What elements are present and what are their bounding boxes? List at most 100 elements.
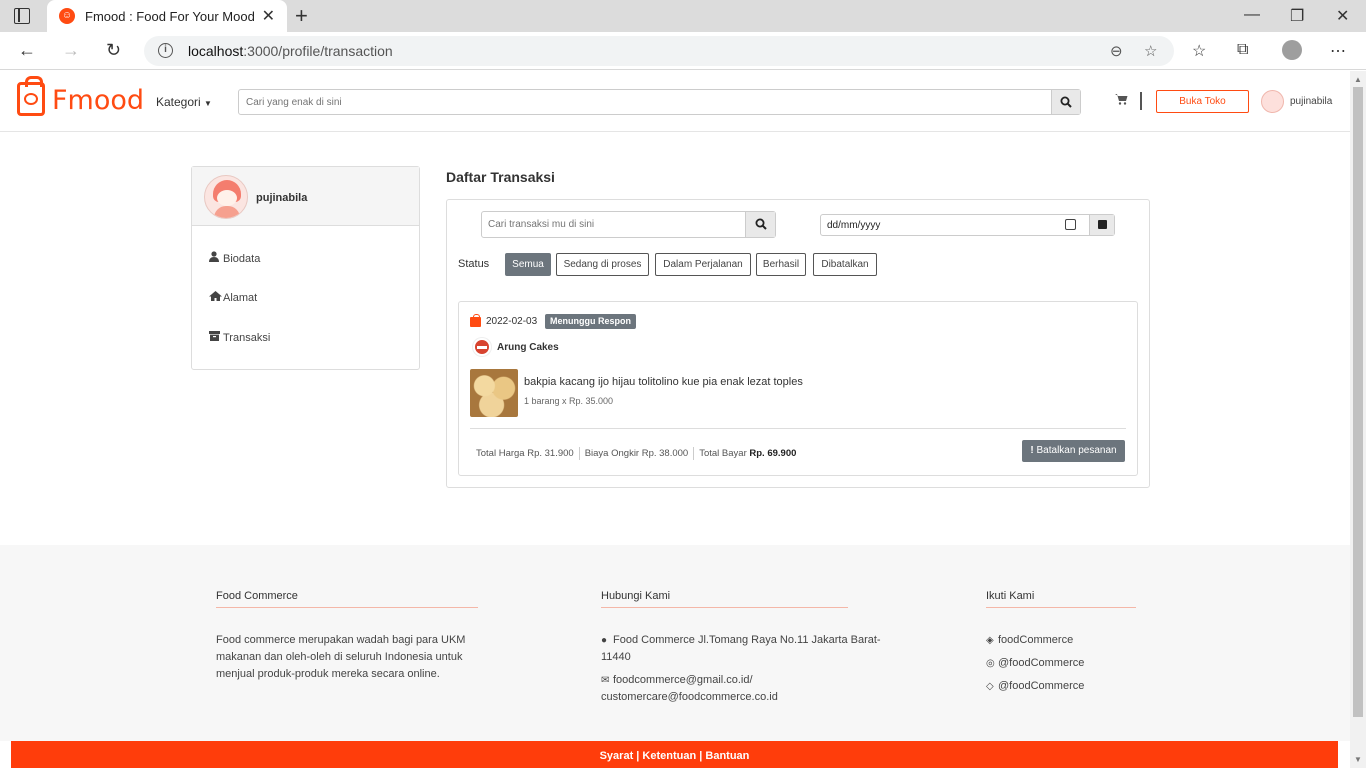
browser-tab[interactable]: ☺ Fmood : Food For Your Mood ✕: [47, 0, 287, 32]
archive-icon: [209, 331, 223, 344]
date-input[interactable]: [821, 215, 1061, 235]
search-icon: [1060, 96, 1072, 108]
back-icon[interactable]: ←: [18, 40, 36, 61]
product-name[interactable]: bakpia kacang ijo hijau tolitolino kue p…: [524, 376, 803, 388]
sidebar-username: pujinabila: [256, 192, 308, 204]
footer-about-title: Food Commerce: [216, 590, 478, 608]
page: Fmood Kategori ▼ Buka Toko pujinabila pu…: [0, 71, 1350, 768]
filter-sedang-diproses-button[interactable]: Sedang di proses: [556, 253, 649, 276]
header-divider: [1140, 92, 1142, 110]
product-quantity: 1 barang x Rp. 35.000: [524, 396, 614, 406]
social-instagram[interactable]: ◎ @foodCommerce: [986, 655, 1146, 672]
footer-contact-title: Hubungi Kami: [601, 590, 848, 608]
footer-links-bar[interactable]: Syarat | Ketentuan | Bantuan: [11, 741, 1338, 768]
sidebar-item-alamat[interactable]: Alamat: [209, 291, 257, 304]
restore-icon[interactable]: ❐: [1290, 6, 1304, 26]
sidebar-avatar: [204, 175, 248, 219]
close-window-icon[interactable]: ✕: [1336, 6, 1349, 26]
total-bayar-value: Rp. 69.900: [749, 448, 797, 460]
search-icon: [755, 218, 767, 230]
fmood-logo-icon[interactable]: [17, 76, 45, 116]
header-username[interactable]: pujinabila: [1290, 96, 1332, 107]
collections-icon[interactable]: ⧉: [1237, 41, 1248, 59]
shopping-bag-icon: [470, 314, 481, 327]
sidebar-item-transaksi[interactable]: Transaksi: [209, 331, 270, 344]
facebook-icon: ◈: [986, 635, 994, 646]
zoom-icon[interactable]: ⊖: [1110, 42, 1123, 60]
filter-dibatalkan-button[interactable]: Dibatalkan: [813, 253, 877, 276]
caret-down-icon: ▼: [204, 99, 212, 108]
forward-icon[interactable]: →: [62, 40, 80, 61]
main-search-input[interactable]: [239, 90, 1039, 114]
site-info-icon[interactable]: i: [158, 43, 173, 58]
biaya-ongkir: Biaya Ongkir Rp. 38.000: [584, 448, 689, 460]
more-options-icon[interactable]: ⋯: [1330, 41, 1346, 61]
envelope-icon: ✉: [601, 675, 610, 686]
scroll-down-icon[interactable]: ▼: [1354, 755, 1362, 764]
cancel-order-button[interactable]: ! Batalkan pesanan: [1022, 440, 1125, 462]
product-image[interactable]: [470, 369, 518, 417]
close-tab-icon[interactable]: ✕: [262, 6, 275, 26]
scroll-thumb[interactable]: [1353, 87, 1363, 717]
social-facebook[interactable]: ◈ foodCommerce: [986, 632, 1146, 649]
filter-dalam-perjalanan-button[interactable]: Dalam Perjalanan: [655, 253, 751, 276]
total-harga: Total Harga Rp. 31.900: [476, 448, 574, 460]
transactions-card: Status Semua Sedang di proses Dalam Perj…: [446, 199, 1150, 488]
footer-about-text: Food commerce merupakan wadah bagi para …: [216, 634, 466, 680]
browser-address-bar: ← → ↻ i localhost:3000/profile/transacti…: [0, 32, 1366, 70]
new-tab-icon[interactable]: +: [295, 3, 308, 29]
favorite-add-icon[interactable]: ☆: [1144, 42, 1157, 60]
user-avatar[interactable]: [1261, 90, 1284, 113]
refresh-icon[interactable]: ↻: [106, 40, 121, 61]
page-scrollbar[interactable]: ▲ ▼: [1350, 71, 1366, 768]
site-footer: Food Commerce Food commerce merupakan wa…: [0, 545, 1350, 741]
browser-tab-bar: ☺ Fmood : Food For Your Mood ✕ + — ❐ ✕: [0, 0, 1366, 32]
social-twitter[interactable]: ◇ @foodCommerce: [986, 678, 1146, 695]
profile-sidebar: pujinabila Biodata Alamat Transaksi: [191, 166, 420, 370]
footer-follow: Ikuti Kami ◈ foodCommerce ◎ @foodCommerce …: [986, 590, 1146, 695]
calendar-button[interactable]: [1089, 215, 1114, 235]
site-header: Fmood Kategori ▼ Buka Toko pujinabila: [0, 71, 1350, 132]
cart-icon[interactable]: [1115, 93, 1128, 108]
total-bayar-label: Total Bayar: [699, 448, 747, 460]
status-label: Status: [458, 258, 490, 270]
minimize-icon[interactable]: —: [1244, 6, 1260, 24]
logo-text[interactable]: Fmood: [52, 85, 144, 116]
twitter-icon: ◇: [986, 681, 994, 692]
footer-address: ● Food Commerce Jl.Tomang Raya No.11 Jaka…: [601, 634, 881, 663]
buka-toko-button[interactable]: Buka Toko: [1156, 90, 1249, 113]
tab-title: Fmood : Food For Your Mood: [85, 9, 255, 24]
kategori-dropdown[interactable]: Kategori ▼: [156, 95, 212, 109]
footer-follow-title: Ikuti Kami: [986, 590, 1136, 608]
transaction-search: [481, 211, 776, 238]
favorites-icon[interactable]: ☆: [1192, 41, 1206, 61]
date-filter: [820, 214, 1115, 236]
browser-profile-icon[interactable]: [1282, 40, 1302, 60]
transaction-search-input[interactable]: [482, 212, 742, 237]
footer-contact: Hubungi Kami ● Food Commerce Jl.Tomang Ra…: [601, 590, 901, 706]
sidebar-header: pujinabila: [192, 167, 419, 226]
main-search: [238, 89, 1081, 115]
filter-berhasil-button[interactable]: Berhasil: [756, 253, 806, 276]
map-marker-icon: ●: [601, 635, 608, 646]
user-icon: [209, 251, 223, 265]
fmood-favicon-icon: ☺: [59, 8, 75, 24]
shop-name[interactable]: Arung Cakes: [497, 342, 559, 353]
footer-about: Food Commerce Food commerce merupakan wa…: [216, 590, 491, 683]
filter-semua-button[interactable]: Semua: [505, 253, 551, 276]
instagram-icon: ◎: [986, 658, 995, 669]
order-totals: Total Harga Rp. 31.900 Biaya Ongkir Rp. 3…: [476, 447, 796, 460]
scroll-up-icon[interactable]: ▲: [1354, 75, 1362, 84]
main-search-button[interactable]: [1051, 90, 1080, 114]
tab-actions-icon[interactable]: [14, 8, 30, 24]
url-field[interactable]: i localhost:3000/profile/transaction ⊖ ☆: [144, 36, 1174, 66]
shop-logo: [473, 338, 491, 356]
url-text: localhost:3000/profile/transaction: [188, 43, 393, 59]
transaction-search-button[interactable]: [745, 212, 775, 237]
status-badge: Menunggu Respon: [545, 314, 636, 329]
sidebar-item-biodata[interactable]: Biodata: [209, 251, 260, 265]
order-date: 2022-02-03: [486, 316, 538, 327]
footer-email[interactable]: ✉ foodcommerce@gmail.co.id/ customercare@…: [601, 672, 821, 706]
page-title: Daftar Transaksi: [446, 169, 555, 185]
date-picker-icon[interactable]: [1065, 219, 1076, 230]
